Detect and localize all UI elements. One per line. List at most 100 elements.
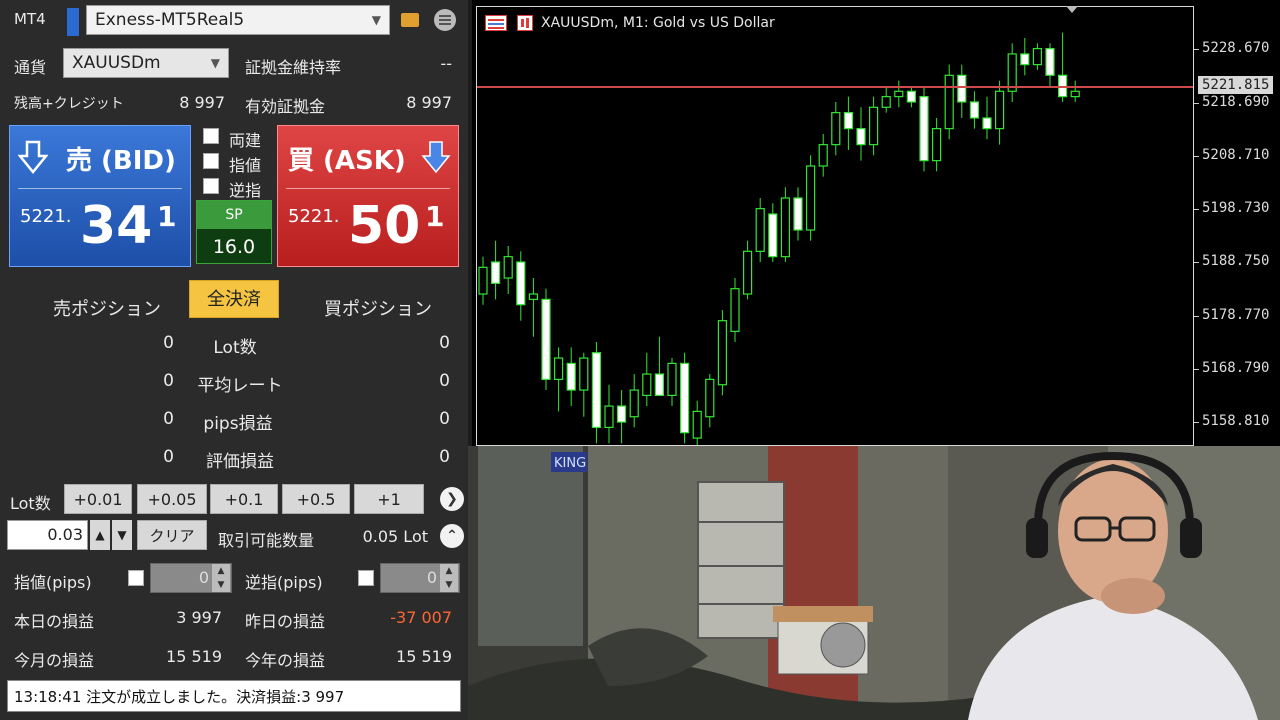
- price-axis-tick: [1194, 422, 1199, 424]
- lot-input[interactable]: 0.03: [7, 520, 88, 550]
- price-axis-tick: [1194, 155, 1199, 157]
- chevron-up-icon[interactable]: ⌃: [440, 524, 464, 548]
- limit-pips-checkbox[interactable]: [128, 570, 144, 586]
- chart-shift-marker-icon[interactable]: [1066, 6, 1078, 13]
- candle-body: [730, 288, 740, 332]
- stop-checkbox-label: 逆指: [229, 181, 262, 200]
- unrealized-pl-row-label: 評価損益: [206, 452, 274, 472]
- bid-title: 売 (BID): [66, 146, 176, 176]
- spread-box: SP 16.0: [196, 200, 272, 264]
- lot-add-1-button[interactable]: +1: [354, 484, 424, 514]
- hedge-checkbox[interactable]: [203, 128, 219, 144]
- svg-text:KING: KING: [554, 456, 586, 471]
- balance-value: 8 997: [179, 93, 225, 112]
- close-all-button[interactable]: 全決済: [189, 280, 279, 318]
- effective-margin-label: 有効証拠金: [245, 97, 326, 116]
- tradable-value: 0.05 Lot: [362, 527, 428, 546]
- account-select[interactable]: Exness-MT5Real5 ▼: [86, 5, 390, 35]
- candle-body: [894, 90, 904, 98]
- candle-body: [591, 352, 602, 428]
- limit-pips-input[interactable]: 0 ▲ ▼: [150, 563, 232, 593]
- buy-lots-value: 0: [439, 333, 450, 353]
- chevron-right-icon[interactable]: ❯: [440, 487, 464, 511]
- today-pl-label: 本日の損益: [14, 612, 95, 631]
- folder-icon[interactable]: [401, 13, 419, 27]
- hedge-label: 両建: [229, 131, 262, 150]
- candle-body: [818, 144, 828, 167]
- candle-body: [806, 165, 816, 231]
- app-label: MT4: [14, 10, 46, 28]
- price-axis-label: 5228.670: [1202, 40, 1270, 57]
- candle-body: [579, 357, 589, 391]
- candle-body: [994, 90, 1005, 130]
- lot-increase-icon[interactable]: ▲: [90, 520, 110, 550]
- candle-body: [478, 266, 488, 295]
- sell-bid-button[interactable]: 売 (BID) 5221. 34 1: [9, 125, 191, 267]
- margin-level-value: --: [440, 54, 452, 73]
- price-axis-label: 5208.710: [1202, 146, 1270, 163]
- candle-body: [856, 128, 866, 146]
- sell-avg-rate-value: 0: [163, 371, 174, 391]
- bid-price-big: 34: [80, 196, 153, 256]
- price-axis-tick: [1194, 209, 1199, 211]
- year-pl-label: 今年の損益: [245, 651, 326, 670]
- stop-pips-input[interactable]: 0 ▲ ▼: [380, 563, 460, 593]
- status-message: 13:18:41 注文が成立しました。決済損益:3 997: [7, 680, 461, 712]
- ask-title: 買 (ASK): [288, 146, 406, 176]
- candle-body: [780, 197, 790, 258]
- streamer-avatar: [968, 451, 1258, 720]
- pips-pl-row-label: pips損益: [203, 414, 273, 434]
- candle-body: [654, 373, 664, 396]
- stop-checkbox[interactable]: [203, 178, 219, 194]
- candle-body: [881, 96, 891, 108]
- arrow-down-icon: [421, 141, 451, 174]
- candle-body: [755, 208, 765, 252]
- candle-body: [793, 197, 803, 231]
- price-axis-tick: [1194, 368, 1199, 370]
- lot-decrease-icon[interactable]: ▼: [112, 520, 132, 550]
- candle-body: [667, 362, 677, 396]
- effective-margin-value: 8 997: [406, 93, 452, 112]
- candle-body: [906, 90, 916, 103]
- candle-body: [919, 96, 929, 162]
- limit-checkbox[interactable]: [203, 153, 219, 169]
- candle-body: [982, 117, 992, 130]
- ask-price-sup: 1: [425, 200, 445, 233]
- spinner-arrows-icon[interactable]: ▲ ▼: [440, 564, 458, 592]
- chevron-down-icon: ▼: [371, 13, 381, 27]
- clear-button[interactable]: クリア: [137, 520, 207, 550]
- candlestick-chart: [477, 32, 1193, 445]
- avg-rate-row-label: 平均レート: [197, 376, 283, 396]
- spinner-arrows-icon[interactable]: ▲ ▼: [212, 564, 230, 592]
- stop-pips-value: 0: [426, 568, 437, 587]
- stop-pips-checkbox[interactable]: [358, 570, 374, 586]
- candle-body: [528, 293, 539, 300]
- buy-unrealized-pl-value: 0: [439, 447, 450, 467]
- chart-plot-area[interactable]: XAUUSDm, M1: Gold vs US Dollar: [476, 6, 1194, 446]
- symbol-select[interactable]: XAUUSDm ▼: [63, 48, 229, 78]
- stop-pips-label: 逆指(pips): [245, 573, 323, 592]
- candle-body: [743, 250, 753, 295]
- menu-icon[interactable]: [434, 9, 456, 31]
- bid-divider: [18, 188, 182, 189]
- price-axis-tick: [1194, 315, 1199, 317]
- price-axis-label: 5218.690: [1202, 93, 1270, 110]
- candle-body: [717, 320, 727, 386]
- chevron-down-icon: ▼: [210, 56, 220, 70]
- buy-position-label: 買ポジション: [324, 299, 432, 320]
- ask-price-big: 50: [348, 196, 421, 256]
- price-axis-tick: [1194, 102, 1199, 104]
- lot-add-0-1-button[interactable]: +0.1: [210, 484, 278, 514]
- candle-body: [705, 378, 715, 418]
- month-pl-value: 15 519: [166, 647, 222, 666]
- lot-add-0-5-button[interactable]: +0.5: [282, 484, 350, 514]
- candle-body: [1070, 90, 1080, 98]
- lot-add-0-05-button[interactable]: +0.05: [137, 484, 207, 514]
- symbol-select-value: XAUUSDm: [72, 53, 161, 73]
- buy-avg-rate-value: 0: [439, 371, 450, 391]
- buy-ask-button[interactable]: 買 (ASK) 5221. 50 1: [277, 125, 459, 267]
- ask-price-small: 5221.: [288, 206, 340, 227]
- candle-body: [491, 261, 501, 284]
- price-axis-label: 5198.730: [1202, 200, 1270, 217]
- lot-add-0-01-button[interactable]: +0.01: [64, 484, 132, 514]
